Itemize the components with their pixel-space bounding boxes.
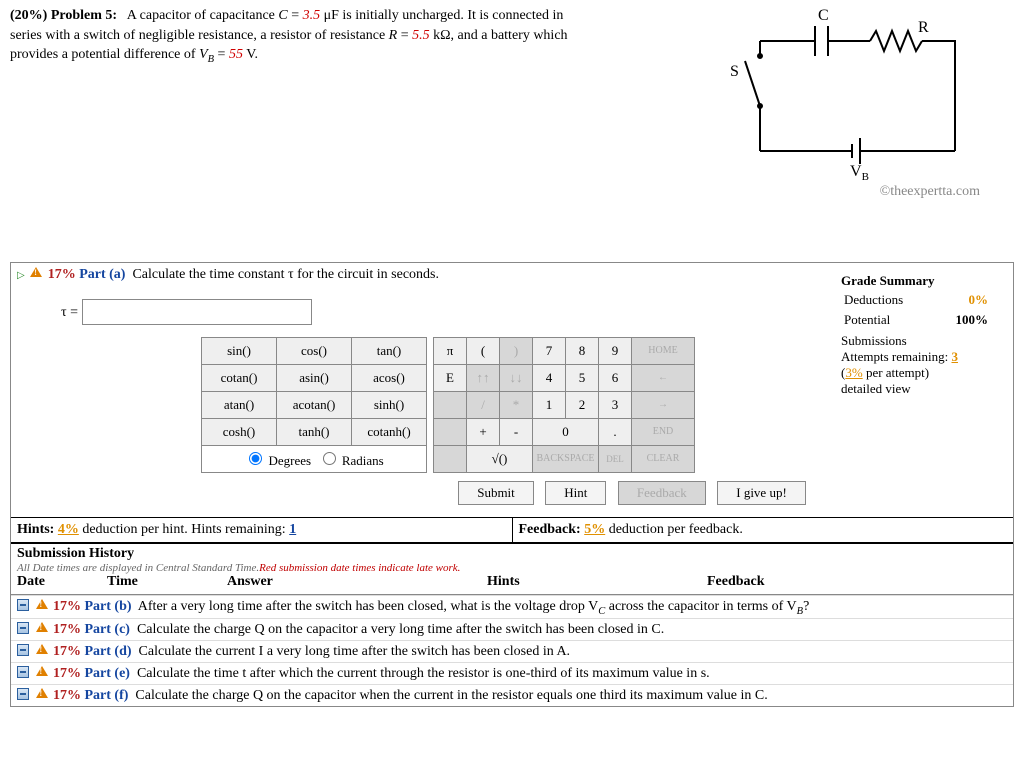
key-acotan[interactable]: acotan() bbox=[277, 391, 352, 418]
warning-icon bbox=[36, 666, 48, 676]
key-1[interactable]: 1 bbox=[533, 391, 566, 418]
part-f-row[interactable]: 17% Part (f) Calculate the charge Q on t… bbox=[11, 684, 1013, 706]
warning-icon bbox=[36, 644, 48, 654]
key-0[interactable]: 0 bbox=[533, 418, 599, 445]
submission-history: Submission History All Date times are di… bbox=[11, 542, 1013, 594]
key-rparen[interactable]: ) bbox=[500, 337, 533, 364]
hints-feedback-bar: Hints: 4% deduction per hint. Hints rema… bbox=[11, 517, 1013, 542]
key-atan[interactable]: atan() bbox=[202, 391, 277, 418]
key-mul[interactable]: * bbox=[500, 391, 533, 418]
key-cos[interactable]: cos() bbox=[277, 337, 352, 364]
radians-radio[interactable]: Radians bbox=[318, 453, 384, 468]
key-clear[interactable]: CLEAR bbox=[632, 445, 695, 472]
attempts-remaining-link[interactable]: 3 bbox=[951, 349, 958, 364]
part-c-row[interactable]: 17% Part (c) Calculate the charge Q on t… bbox=[11, 618, 1013, 640]
key-sqrt[interactable]: √() bbox=[467, 445, 533, 472]
part-e-row[interactable]: 17% Part (e) Calculate the time t after … bbox=[11, 662, 1013, 684]
other-parts: 17% Part (b) After a very long time afte… bbox=[11, 594, 1013, 707]
watermark: ©theexpertta.com bbox=[650, 182, 980, 202]
key-6[interactable]: 6 bbox=[599, 364, 632, 391]
collapse-icon[interactable] bbox=[17, 599, 29, 611]
function-keys: sin()cos()tan() cotan()asin()acos() atan… bbox=[201, 337, 427, 473]
warning-icon bbox=[36, 622, 48, 632]
key-del[interactable]: DEL bbox=[599, 445, 632, 472]
part-prompt: Calculate the time constant τ for the ci… bbox=[132, 267, 439, 282]
key-8[interactable]: 8 bbox=[566, 337, 599, 364]
numpad: π ( ) 7 8 9 HOME E ↑↑ ↓↓ 4 5 6 ← bbox=[433, 337, 695, 473]
key-2[interactable]: 2 bbox=[566, 391, 599, 418]
collapse-icon[interactable] bbox=[17, 622, 29, 634]
grade-summary: Grade Summary Deductions0% Potential100% bbox=[841, 273, 991, 331]
key-minus[interactable]: - bbox=[500, 418, 533, 445]
key-blank2 bbox=[434, 418, 467, 445]
feedback-button[interactable]: Feedback bbox=[618, 481, 706, 505]
key-blank1 bbox=[434, 391, 467, 418]
key-div[interactable]: / bbox=[467, 391, 500, 418]
expand-icon[interactable]: ▷ bbox=[17, 270, 25, 281]
collapse-icon[interactable] bbox=[17, 688, 29, 700]
key-sin[interactable]: sin() bbox=[202, 337, 277, 364]
key-cotanh[interactable]: cotanh() bbox=[352, 418, 427, 445]
key-plus[interactable]: + bbox=[467, 418, 500, 445]
key-7[interactable]: 7 bbox=[533, 337, 566, 364]
problem-text-block: (20%) Problem 5: A capacitor of capacita… bbox=[10, 6, 650, 202]
hint-button[interactable]: Hint bbox=[545, 481, 606, 505]
key-3[interactable]: 3 bbox=[599, 391, 632, 418]
key-lparen[interactable]: ( bbox=[467, 337, 500, 364]
detailed-view-link[interactable]: detailed view bbox=[841, 381, 991, 397]
key-asin[interactable]: asin() bbox=[277, 364, 352, 391]
action-buttons: Submit Hint Feedback I give up! bbox=[251, 481, 1013, 505]
key-end[interactable]: END bbox=[632, 418, 695, 445]
part-d-row[interactable]: 17% Part (d) Calculate the current I a v… bbox=[11, 640, 1013, 662]
part-b-row[interactable]: 17% Part (b) After a very long time afte… bbox=[11, 595, 1013, 619]
warning-icon bbox=[36, 599, 48, 609]
key-blank3 bbox=[434, 445, 467, 472]
key-cosh[interactable]: cosh() bbox=[202, 418, 277, 445]
key-pi[interactable]: π bbox=[434, 337, 467, 364]
giveup-button[interactable]: I give up! bbox=[717, 481, 806, 505]
submit-button[interactable]: Submit bbox=[458, 481, 534, 505]
problem-statement: (20%) Problem 5: A capacitor of capacita… bbox=[10, 6, 1014, 202]
answer-input[interactable] bbox=[82, 299, 312, 325]
degrees-radio[interactable]: Degrees bbox=[244, 453, 311, 468]
key-4[interactable]: 4 bbox=[533, 364, 566, 391]
key-9[interactable]: 9 bbox=[599, 337, 632, 364]
key-tanh[interactable]: tanh() bbox=[277, 418, 352, 445]
key-home[interactable]: HOME bbox=[632, 337, 695, 364]
key-5[interactable]: 5 bbox=[566, 364, 599, 391]
key-tan[interactable]: tan() bbox=[352, 337, 427, 364]
warning-icon bbox=[30, 267, 42, 277]
key-dot[interactable]: . bbox=[599, 418, 632, 445]
label-C: C bbox=[818, 7, 829, 24]
circuit-diagram: C R S VB bbox=[700, 6, 980, 186]
key-sup-down[interactable]: ↓↓ bbox=[500, 364, 533, 391]
label-S: S bbox=[730, 63, 739, 80]
key-right[interactable]: → bbox=[632, 391, 695, 418]
collapse-icon[interactable] bbox=[17, 666, 29, 678]
key-acos[interactable]: acos() bbox=[352, 364, 427, 391]
collapse-icon[interactable] bbox=[17, 644, 29, 656]
key-left[interactable]: ← bbox=[632, 364, 695, 391]
submissions-summary: Submissions Attempts remaining: 3 (3% pe… bbox=[841, 333, 991, 397]
circuit-diagram-container: C R S VB ©theexpertta.com bbox=[650, 6, 980, 202]
key-backspace[interactable]: BACKSPACE bbox=[533, 445, 599, 472]
label-R: R bbox=[918, 19, 929, 36]
answer-panel: ▷ 17% Part (a) Calculate the time consta… bbox=[10, 262, 1014, 708]
key-cotan[interactable]: cotan() bbox=[202, 364, 277, 391]
label-VB: VB bbox=[850, 163, 869, 183]
key-sup-up[interactable]: ↑↑ bbox=[467, 364, 500, 391]
key-e[interactable]: E bbox=[434, 364, 467, 391]
key-sinh[interactable]: sinh() bbox=[352, 391, 427, 418]
warning-icon bbox=[36, 688, 48, 698]
